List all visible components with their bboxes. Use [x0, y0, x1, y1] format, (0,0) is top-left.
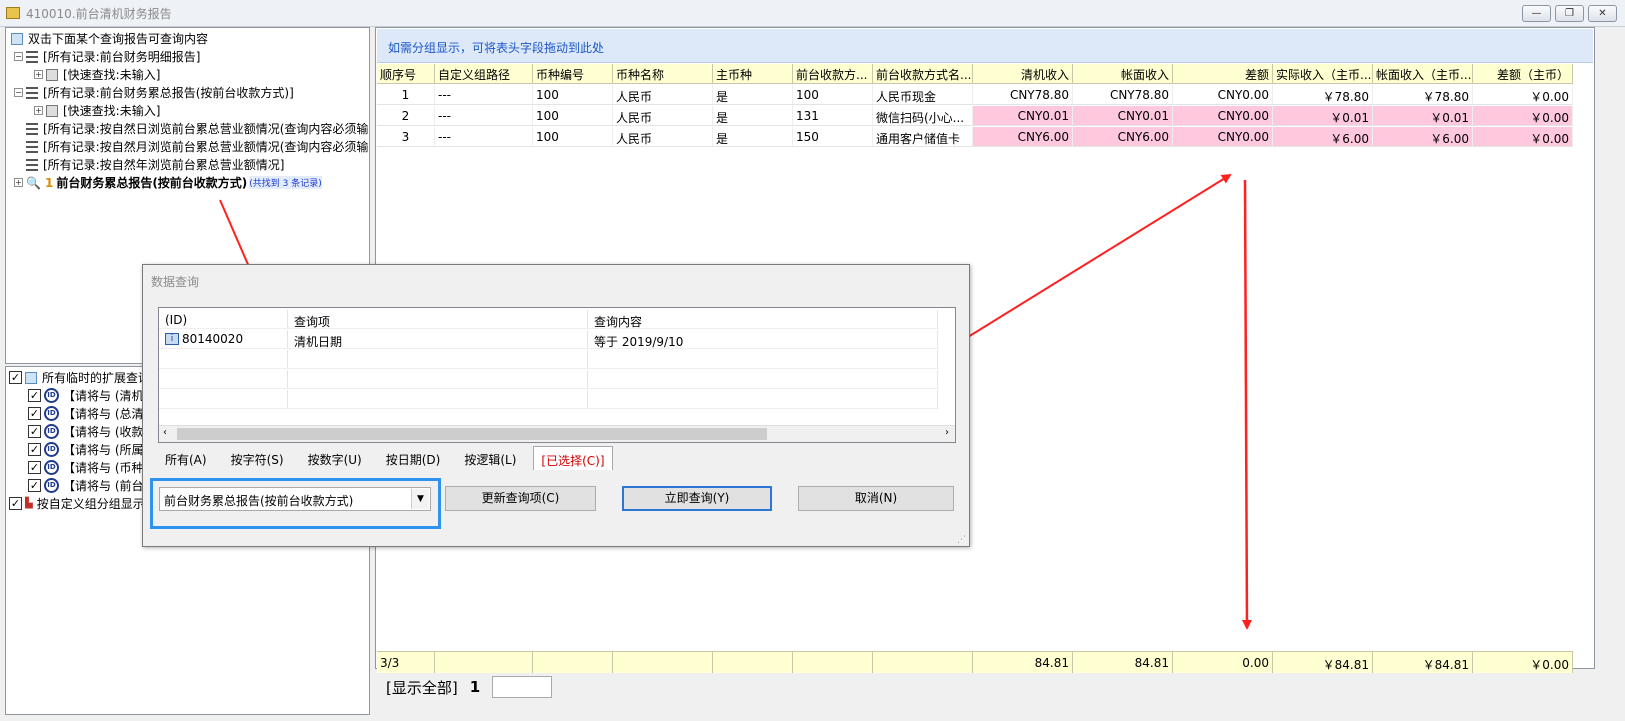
tab-by-char[interactable]: 按字符(S) [224, 446, 291, 470]
query-now-button[interactable]: 立即查询(Y) [622, 486, 772, 511]
tab-by-number[interactable]: 按数字(U) [301, 446, 369, 470]
scroll-right-icon[interactable]: › [945, 427, 949, 438]
chevron-down-icon[interactable]: ▼ [411, 489, 429, 509]
tab-all[interactable]: 所有(A) [158, 446, 214, 470]
query-tabs: 所有(A) 按字符(S) 按数字(U) 按日期(D) 按逻辑(L) [已选择(C… [158, 446, 623, 470]
col-header[interactable]: (ID) [159, 310, 288, 328]
arrow-to-footer [1241, 179, 1252, 630]
report-select-highlight: 前台财务累总报告(按前台收款方式) ▼ [150, 478, 441, 529]
dialog-title: 数据查询 [151, 275, 200, 289]
query-row[interactable] [159, 370, 939, 389]
resize-grip-icon[interactable]: ⋰ [957, 535, 966, 545]
horizontal-scrollbar[interactable]: ‹ › [159, 425, 955, 442]
query-row[interactable]: i 80140020 清机日期 等于 2019/9/10 [159, 330, 939, 349]
col-header[interactable]: 查询项 [288, 310, 588, 329]
query-row[interactable] [159, 350, 939, 369]
scroll-left-icon[interactable]: ‹ [163, 427, 167, 438]
info-icon: i [165, 333, 179, 345]
scroll-thumb[interactable] [177, 428, 767, 440]
report-select[interactable]: 前台财务累总报告(按前台收款方式) ▼ [159, 487, 431, 511]
query-grid: (ID) 查询项 查询内容 i 80140020 清机日期 等于 2019/9/… [158, 307, 956, 443]
cell: 80140020 [182, 332, 244, 346]
query-dialog: 数据查询 (ID) 查询项 查询内容 i 80140020 清机日期 等于 20… [142, 264, 970, 547]
query-row[interactable] [159, 390, 939, 409]
cell: 等于 2019/9/10 [588, 330, 938, 349]
update-query-button[interactable]: 更新查询项(C) [445, 486, 596, 511]
col-header[interactable]: 查询内容 [588, 310, 938, 329]
cancel-button[interactable]: 取消(N) [798, 486, 954, 511]
tab-by-date[interactable]: 按日期(D) [379, 446, 448, 470]
tab-by-logic[interactable]: 按逻辑(L) [457, 446, 523, 470]
tab-selected[interactable]: [已选择(C)] [533, 446, 613, 470]
query-grid-header: (ID) 查询项 查询内容 [159, 310, 939, 329]
cell: 清机日期 [288, 330, 588, 349]
report-select-value: 前台财务累总报告(按前台收款方式) [164, 494, 354, 508]
